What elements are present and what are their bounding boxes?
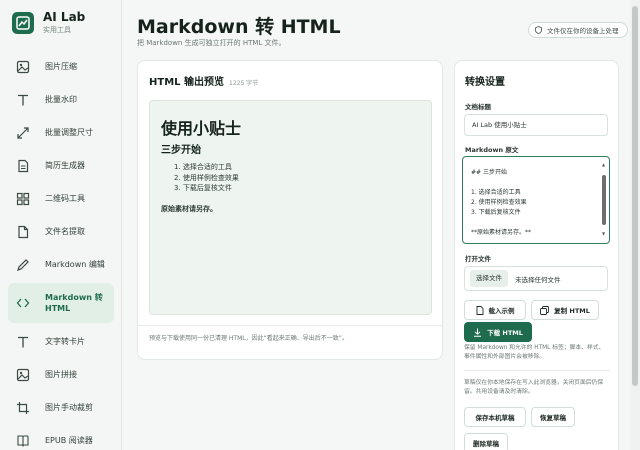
- sidebar-item-label: 图片拼接: [45, 370, 77, 379]
- sidebar-item-label: 文件名提取: [45, 227, 85, 236]
- divider: [464, 370, 610, 371]
- scroll-down-icon[interactable]: ▼: [602, 231, 605, 236]
- list-item: 3. 下载后复核文件: [174, 184, 232, 192]
- preview-title: HTML 输出预览: [149, 77, 224, 88]
- document-icon: [476, 305, 483, 315]
- sidebar-item-markdown-to-html[interactable]: Markdown 转 HTML: [8, 283, 114, 323]
- sidebar-item-crop[interactable]: 图片手动裁剪: [8, 391, 114, 424]
- brand-title: AI Lab: [43, 10, 86, 24]
- privacy-badge: 文件仅在你的设备上处理: [528, 22, 628, 38]
- choose-file-button[interactable]: 选择文件: [470, 270, 508, 287]
- sidebar-item-resume[interactable]: 简历生成器: [8, 149, 114, 182]
- image-icon: [16, 368, 30, 381]
- sidebar-item-epub[interactable]: EPUB 阅读器: [8, 424, 114, 450]
- sanitize-help-text: 保留 Markdown 和允许的 HTML 标签；脚本、样式、事件属性和外部图片…: [464, 345, 605, 360]
- sidebar: AI Lab 实用工具 图片压缩 批量水印 批量调整尺寸 简历生成器 二维码工具…: [0, 0, 122, 450]
- download-html-label: 下载 HTML: [487, 329, 523, 337]
- pen-icon: [17, 258, 29, 271]
- list-item: 1. 选择合适的工具: [174, 163, 232, 171]
- sidebar-item-resize[interactable]: 批量调整尺寸: [8, 116, 114, 149]
- image-icon: [16, 60, 30, 73]
- sidebar-item-label: 二维码工具: [45, 194, 85, 203]
- preview-h2: 三步开始: [161, 145, 201, 156]
- crop-icon: [17, 401, 29, 414]
- markdown-textarea[interactable]: ## 三步开始 1. 选择合适的工具 2. 使用样例检查效果 3. 下载后复核文…: [462, 156, 610, 244]
- no-file-text: 未选择任何文件: [515, 275, 561, 284]
- download-icon: [474, 328, 482, 337]
- sidebar-item-filename[interactable]: 文件名提取: [8, 215, 114, 248]
- page-scrollbar[interactable]: [630, 0, 640, 450]
- sidebar-item-label: Markdown 编辑: [45, 260, 105, 269]
- copy-html-label: 复制 HTML: [554, 307, 590, 315]
- preview-card: HTML 输出预览 1225 字节 使用小贴士 三步开始 1. 选择合适的工具 …: [137, 60, 443, 360]
- sidebar-item-label: 图片压缩: [45, 62, 77, 71]
- brand[interactable]: AI Lab 实用工具: [12, 10, 85, 35]
- save-draft-button[interactable]: 保存本机草稿: [464, 407, 526, 427]
- html-preview-frame[interactable]: 使用小贴士 三步开始 1. 选择合适的工具 2. 使用样例检查效果 3. 下载后…: [149, 100, 432, 315]
- doc-title-label: 文档标题: [465, 103, 491, 111]
- textarea-scrollbar[interactable]: ▲ ▼: [601, 161, 607, 239]
- sidebar-item-text-card[interactable]: 文字转卡片: [8, 325, 114, 358]
- book-icon: [17, 434, 29, 447]
- sidebar-item-label: 批量水印: [45, 95, 77, 104]
- settings-card: 转换设置 文档标题 AI Lab 使用小贴士 Markdown 原文 ## 三步…: [454, 60, 619, 450]
- delete-draft-button[interactable]: 删除草稿: [464, 433, 508, 450]
- restore-draft-label: 恢复草稿: [540, 414, 566, 422]
- list-item: 2. 使用样例检查效果: [174, 173, 239, 182]
- logo-icon: [12, 11, 34, 34]
- doc-title-input[interactable]: AI Lab 使用小贴士: [464, 114, 608, 136]
- settings-title: 转换设置: [465, 77, 505, 88]
- restore-draft-button[interactable]: 恢复草稿: [531, 407, 575, 427]
- preview-h1: 使用小贴士: [161, 119, 242, 138]
- text-t-icon: [18, 336, 28, 347]
- markdown-label: Markdown 原文: [465, 146, 519, 154]
- divider: [138, 325, 442, 326]
- sidebar-item-label: 简历生成器: [45, 161, 85, 170]
- open-file-label: 打开文件: [465, 255, 491, 263]
- grid-icon: [16, 192, 30, 205]
- markdown-text: ## 三步开始 1. 选择合适的工具 2. 使用样例检查效果 3. 下载后复核文…: [471, 169, 532, 236]
- resize-arrows-icon: [17, 126, 29, 139]
- sidebar-item-image-stitch[interactable]: 图片拼接: [8, 358, 114, 391]
- sidebar-item-qrcode[interactable]: 二维码工具: [8, 182, 114, 215]
- sidebar-item-label: 图片手动裁剪: [45, 403, 93, 412]
- scroll-up-icon[interactable]: ▲: [602, 162, 605, 167]
- sidebar-item-label: 批量调整尺寸: [45, 128, 93, 137]
- document-icon: [18, 159, 29, 172]
- preview-strong-text: 原始素材请另存。: [161, 205, 217, 213]
- preview-note: 预览与下载使用同一份已清理 HTML，因此“看起来正确、导出后不一致”。: [149, 335, 348, 342]
- privacy-badge-text: 文件仅在你的设备上处理: [547, 27, 619, 35]
- page-subtitle: 把 Markdown 生成可独立打开的 HTML 文件。: [137, 39, 286, 47]
- shield-icon: [535, 26, 542, 34]
- scrollbar-thumb[interactable]: [602, 175, 606, 225]
- sidebar-item-label: Markdown 转 HTML: [45, 293, 103, 313]
- copy-html-button[interactable]: 复制 HTML: [531, 300, 599, 320]
- download-html-button[interactable]: 下载 HTML: [464, 322, 532, 342]
- file-icon: [18, 225, 29, 238]
- file-input[interactable]: 选择文件 未选择任何文件: [464, 266, 608, 291]
- preview-list: 1. 选择合适的工具 2. 使用样例检查效果 3. 下载后复核文件: [174, 162, 239, 194]
- load-example-button[interactable]: 载入示例: [464, 300, 526, 320]
- page-scrollbar-thumb[interactable]: [632, 6, 638, 386]
- copy-icon: [540, 305, 550, 315]
- code-brackets-icon: [16, 298, 30, 308]
- page-title: Markdown 转 HTML: [137, 16, 341, 38]
- save-draft-label: 保存本机草稿: [475, 414, 515, 422]
- load-example-label: 载入示例: [488, 307, 515, 315]
- sidebar-item-image-compress[interactable]: 图片压缩: [8, 50, 114, 83]
- delete-draft-label: 删除草稿: [473, 440, 499, 448]
- sidebar-nav: 图片压缩 批量水印 批量调整尺寸 简历生成器 二维码工具 文件名提取 Markd…: [8, 50, 114, 450]
- sidebar-item-watermark[interactable]: 批量水印: [8, 83, 114, 116]
- sidebar-item-label: 文字转卡片: [45, 337, 85, 346]
- text-t-icon: [18, 94, 28, 105]
- sidebar-item-label: EPUB 阅读器: [45, 436, 93, 445]
- brand-subtitle: 实用工具: [43, 26, 71, 34]
- preview-byte-count: 1225 字节: [229, 80, 259, 87]
- sidebar-item-markdown-editor[interactable]: Markdown 编辑: [8, 248, 114, 281]
- draft-help-text: 草稿仅在你本地保存在写入此浏览器，关闭页面后仍保留。共用设备请及时清除。: [464, 380, 604, 395]
